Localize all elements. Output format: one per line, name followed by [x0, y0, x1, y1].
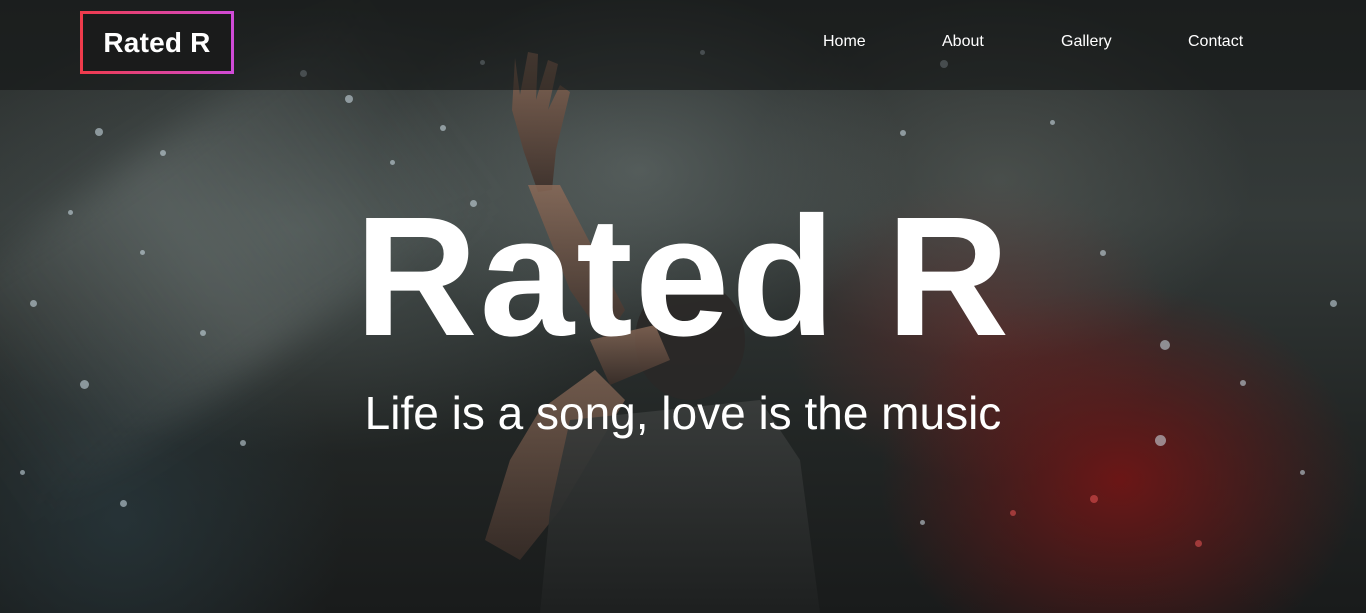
nav-link-gallery[interactable]: Gallery — [1061, 33, 1112, 51]
bokeh-dot — [900, 130, 906, 136]
bokeh-dot — [95, 128, 103, 136]
bokeh-dot — [920, 520, 925, 525]
nav-link-home[interactable]: Home — [823, 33, 866, 51]
bokeh-dot — [345, 95, 353, 103]
brand-name: Rated R — [103, 26, 211, 58]
hero-subtitle: Life is a song, love is the music — [364, 387, 1002, 439]
bokeh-dot — [390, 160, 395, 165]
bokeh-dot — [240, 440, 246, 446]
bokeh-dot — [20, 470, 25, 475]
bokeh-dot — [1300, 470, 1305, 475]
top-navbar: Rated R Home About Gallery Contact — [0, 0, 1366, 90]
landing-page: Rated R Home About Gallery Contact Rated… — [0, 0, 1366, 613]
nav-link-about[interactable]: About — [942, 33, 984, 51]
bokeh-dot — [1010, 510, 1016, 516]
hero-title: Rated R — [354, 182, 1012, 372]
bokeh-dot — [160, 150, 166, 156]
nav-link-contact[interactable]: Contact — [1188, 33, 1243, 51]
bokeh-dot — [120, 500, 127, 507]
bokeh-dot — [1050, 120, 1055, 125]
bokeh-dot — [1090, 495, 1098, 503]
bokeh-dot — [1195, 540, 1202, 547]
bokeh-dot — [1240, 380, 1246, 386]
brand-logo-link[interactable]: Rated R — [80, 11, 234, 74]
